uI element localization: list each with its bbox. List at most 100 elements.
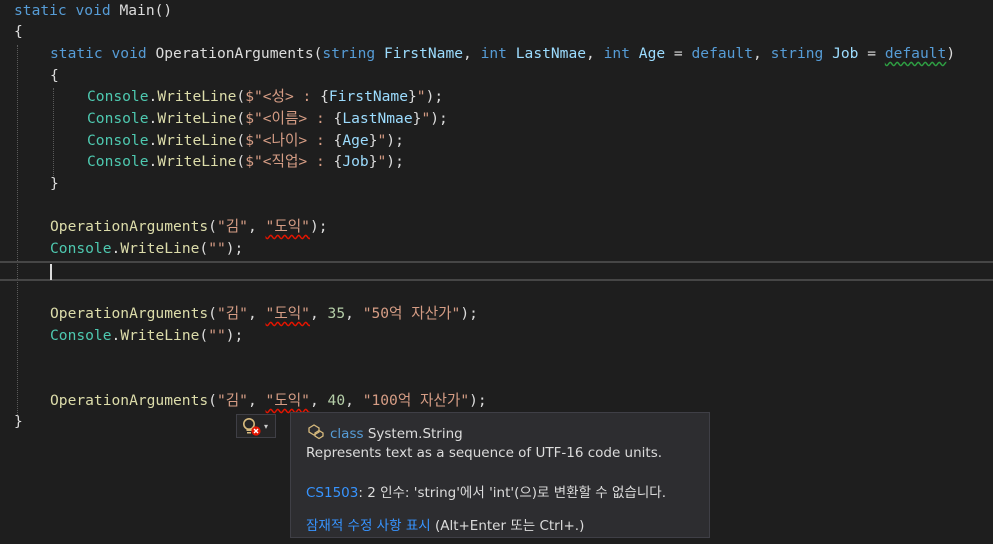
brace: } bbox=[50, 175, 59, 192]
keyword: static bbox=[14, 2, 67, 19]
number-literal: 35 bbox=[327, 305, 346, 322]
brace: { bbox=[50, 67, 59, 84]
punctuation: ( bbox=[208, 392, 217, 409]
code-line[interactable]: Console.WriteLine($"<직업> : {Job}"); bbox=[87, 151, 404, 172]
operator: = bbox=[858, 45, 885, 62]
string-literal: "50억 자산가" bbox=[362, 305, 461, 322]
code-line[interactable]: { bbox=[50, 65, 59, 86]
punctuation: . bbox=[111, 327, 121, 344]
punctuation: ( bbox=[208, 218, 217, 235]
string-literal: $"<직업> : bbox=[245, 153, 334, 170]
punctuation: ( bbox=[236, 110, 246, 127]
string-literal-error[interactable]: "도익" bbox=[266, 392, 310, 409]
punctuation: ); bbox=[309, 218, 328, 235]
punctuation: , bbox=[247, 392, 266, 409]
code-line[interactable]: static void Main() bbox=[14, 0, 172, 21]
brace: } bbox=[14, 413, 23, 430]
code-line[interactable]: Console.WriteLine($"<성> : {FirstName}"); bbox=[87, 86, 443, 107]
class-name: Console bbox=[50, 240, 112, 257]
class-name: Console bbox=[87, 132, 149, 149]
method-name: WriteLine bbox=[157, 110, 237, 127]
punctuation: } bbox=[368, 132, 378, 149]
method-call: OperationArguments bbox=[50, 218, 209, 235]
shortcut-hint: (Alt+Enter 또는 Ctrl+.) bbox=[430, 518, 585, 534]
type-keyword: string bbox=[322, 45, 376, 62]
keyword-with-warning[interactable]: default bbox=[885, 45, 947, 62]
string-literal: "" bbox=[208, 327, 226, 344]
string-literal: " bbox=[377, 153, 387, 170]
show-potential-fixes-link[interactable]: 잠재적 수정 사항 표시 bbox=[306, 518, 431, 534]
punctuation: ( bbox=[199, 327, 209, 344]
code-line[interactable]: } bbox=[50, 173, 59, 194]
tooltip-description: Represents text as a sequence of UTF-16 … bbox=[306, 445, 663, 461]
parameter: Job bbox=[342, 153, 369, 170]
punctuation: ); bbox=[425, 88, 444, 105]
keyword: void bbox=[75, 2, 111, 19]
method-name: WriteLine bbox=[157, 153, 237, 170]
chevron-down-icon: ▾ bbox=[264, 422, 269, 431]
code-line[interactable]: } bbox=[14, 411, 23, 432]
punctuation: . bbox=[148, 153, 158, 170]
punctuation: , bbox=[345, 305, 363, 322]
punctuation: , bbox=[586, 45, 604, 62]
current-line-highlight bbox=[0, 261, 993, 281]
code-line[interactable]: static void OperationArguments(string Fi… bbox=[50, 43, 955, 64]
indent-guide bbox=[53, 88, 54, 176]
number-literal: 40 bbox=[327, 392, 346, 409]
type-kind: class bbox=[330, 426, 364, 442]
quick-actions-button[interactable]: ▾ bbox=[236, 414, 276, 438]
punctuation: ( bbox=[236, 132, 246, 149]
class-icon bbox=[306, 423, 326, 445]
code-line[interactable]: OperationArguments("김", "도익", 40, "100억 … bbox=[50, 390, 487, 411]
punctuation: } bbox=[368, 153, 378, 170]
punctuation: ( bbox=[208, 305, 217, 322]
punctuation: () bbox=[154, 2, 173, 19]
string-literal: $"<성> : bbox=[245, 88, 321, 105]
code-line[interactable]: { bbox=[14, 21, 23, 42]
class-name: Console bbox=[50, 327, 112, 344]
type-keyword: int bbox=[480, 45, 507, 62]
parameter: LastNmae bbox=[515, 45, 587, 62]
punctuation: { bbox=[320, 88, 329, 105]
brace: { bbox=[14, 23, 23, 40]
class-name: Console bbox=[87, 153, 149, 170]
string-literal: "" bbox=[208, 240, 226, 257]
operator: = bbox=[665, 45, 692, 62]
code-line[interactable]: Console.WriteLine($"<이름> : {LastNmae}"); bbox=[87, 108, 448, 129]
punctuation: ); bbox=[430, 110, 448, 127]
code-line[interactable]: Console.WriteLine(""); bbox=[50, 325, 243, 346]
tooltip-signature: class System.String bbox=[306, 423, 463, 445]
string-literal-error[interactable]: "도익" bbox=[266, 305, 310, 322]
string-literal: "100억 자산가" bbox=[362, 392, 470, 409]
type-keyword: int bbox=[603, 45, 630, 62]
code-line[interactable]: Console.WriteLine(""); bbox=[50, 238, 243, 259]
method-call: OperationArguments bbox=[50, 392, 209, 409]
type-name: System.String bbox=[367, 426, 463, 442]
error-code-link[interactable]: CS1503 bbox=[306, 485, 358, 501]
indent-guide bbox=[17, 45, 18, 415]
punctuation: . bbox=[111, 240, 121, 257]
punctuation: , bbox=[247, 305, 266, 322]
string-literal: " bbox=[377, 132, 387, 149]
string-literal: "김" bbox=[216, 392, 248, 409]
parameter: Job bbox=[832, 45, 859, 62]
code-line[interactable]: OperationArguments("김", "도익"); bbox=[50, 216, 328, 237]
code-editor[interactable]: static void Main() { static void Operati… bbox=[0, 0, 993, 544]
string-literal-error[interactable]: "도익" bbox=[266, 218, 310, 235]
string-literal: $"<이름> : bbox=[245, 110, 334, 127]
method-name: Main bbox=[119, 2, 155, 19]
code-line[interactable]: Console.WriteLine($"<나이> : {Age}"); bbox=[87, 130, 404, 151]
punctuation: , bbox=[309, 305, 328, 322]
punctuation: ); bbox=[225, 240, 244, 257]
error-message: CS1503: 2 인수: 'string'에서 'int'(으)로 변환할 수… bbox=[306, 481, 666, 501]
punctuation: , bbox=[247, 218, 266, 235]
punctuation: ); bbox=[386, 153, 404, 170]
method-name: WriteLine bbox=[157, 88, 237, 105]
parameter: FirstName bbox=[328, 88, 408, 105]
punctuation: } bbox=[408, 88, 417, 105]
method-call: OperationArguments bbox=[50, 305, 209, 322]
string-literal: "김" bbox=[216, 218, 248, 235]
keyword: void bbox=[111, 45, 147, 62]
punctuation: , bbox=[345, 392, 363, 409]
code-line[interactable]: OperationArguments("김", "도익", 35, "50억 자… bbox=[50, 303, 478, 324]
